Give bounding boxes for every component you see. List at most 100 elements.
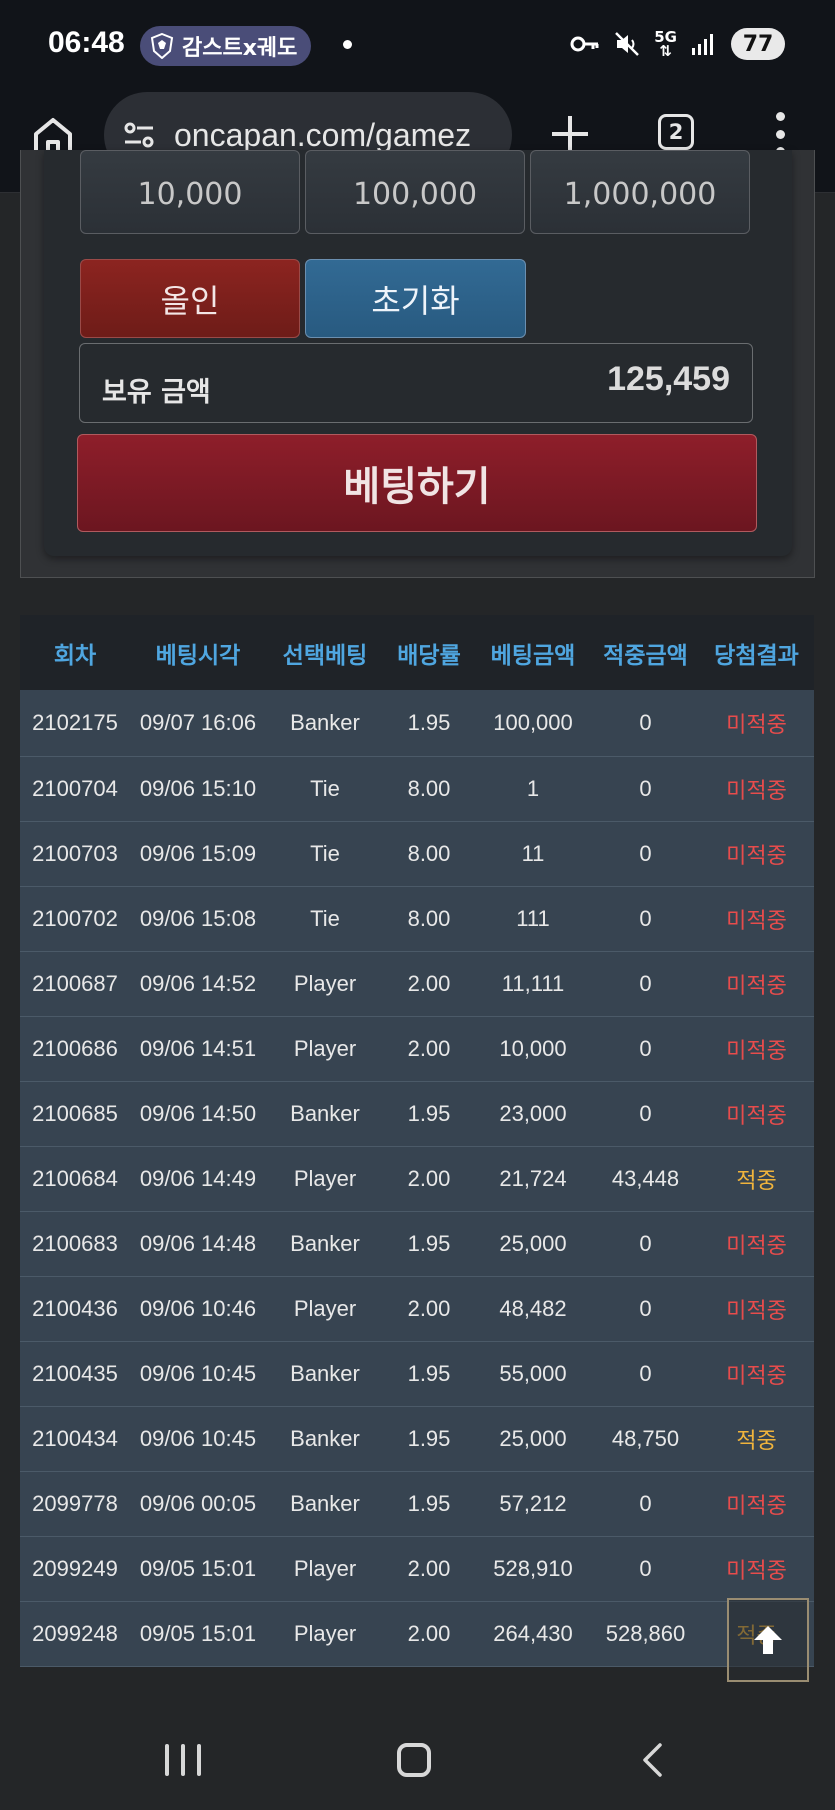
result-cell: 미적중	[699, 756, 814, 822]
notification-pill-text: 감스트x궤도	[182, 36, 298, 61]
odds-cell: 1.95	[384, 1211, 474, 1277]
selection-cell: Banker	[266, 1406, 384, 1472]
bet-time-cell: 09/06 14:49	[130, 1146, 266, 1212]
signal-icon	[692, 34, 713, 55]
chip-button-1000000[interactable]: 1,000,000	[530, 150, 750, 234]
selection-cell: Tie	[266, 886, 384, 952]
table-row: 2100685 09/06 14:50 Banker 1.95 23,000 0 미적중	[20, 1081, 814, 1147]
bet-amount-cell: 21,724	[474, 1146, 592, 1212]
win-amount-cell: 0	[592, 1536, 699, 1602]
bet-amount-cell: 11,111	[474, 951, 592, 1017]
selection-cell: Banker	[266, 1471, 384, 1537]
bet-history-table: 회차 베팅시각 선택베팅 배당률 베팅금액 적중금액 당첨결과 2102175 0…	[20, 615, 814, 1667]
chip-button-100000[interactable]: 100,000	[305, 150, 525, 234]
tab-count: 2	[668, 120, 684, 144]
win-amount-cell: 0	[592, 1211, 699, 1277]
bet-amount-cell: 100,000	[474, 690, 592, 757]
table-row: 2100686 09/06 14:51 Player 2.00 10,000 0 미적중	[20, 1016, 814, 1082]
result-cell: 미적중	[699, 951, 814, 1017]
win-amount-cell: 0	[592, 1276, 699, 1342]
scroll-top-button[interactable]	[727, 1598, 809, 1682]
selection-cell: Player	[266, 951, 384, 1017]
result-cell: 미적중	[699, 1016, 814, 1082]
round-cell: 2099248	[20, 1601, 130, 1667]
allin-button[interactable]: 올인	[80, 259, 300, 338]
bet-time-cell: 09/06 15:08	[130, 886, 266, 952]
bet-amount-cell: 264,430	[474, 1601, 592, 1667]
table-row: 2099248 09/05 15:01 Player 2.00 264,430 528,8…	[20, 1601, 814, 1667]
balance-label: 보유 금액	[102, 377, 211, 408]
key-icon	[570, 36, 599, 52]
round-cell: 2102175	[20, 690, 130, 757]
notification-pill[interactable]: 감스트x궤도	[140, 26, 312, 66]
table-row: 2102175 09/07 16:06 Banker 1.95 100,000 0 미적중	[20, 690, 814, 757]
selection-cell: Banker	[266, 690, 384, 757]
round-cell: 2100686	[20, 1016, 130, 1082]
recent-apps-icon[interactable]	[165, 1744, 201, 1776]
table-row: 2100683 09/06 14:48 Banker 1.95 25,000 0 미적중	[20, 1211, 814, 1277]
odds-cell: 2.00	[384, 951, 474, 1017]
selection-cell: Banker	[266, 1081, 384, 1147]
home-nav-icon[interactable]	[397, 1743, 431, 1777]
table-row: 2099249 09/05 15:01 Player 2.00 528,910 0 미적중	[20, 1536, 814, 1602]
round-cell: 2100435	[20, 1341, 130, 1407]
header-odds: 배당률	[384, 615, 474, 690]
selection-cell: Player	[266, 1146, 384, 1212]
selection-cell: Banker	[266, 1211, 384, 1277]
win-amount-cell: 528,860	[592, 1601, 699, 1667]
odds-cell: 1.95	[384, 1341, 474, 1407]
bet-time-cell: 09/06 00:05	[130, 1471, 266, 1537]
status-bar: 06:48 감스트x궤도 5G ⇅ 77	[0, 0, 835, 92]
bet-time-cell: 09/05 15:01	[130, 1601, 266, 1667]
win-amount-cell: 0	[592, 1341, 699, 1407]
selection-cell: Player	[266, 1536, 384, 1602]
bet-time-cell: 09/06 10:46	[130, 1276, 266, 1342]
round-cell: 2100683	[20, 1211, 130, 1277]
bet-amount-cell: 10,000	[474, 1016, 592, 1082]
result-cell: 미적중	[699, 1536, 814, 1602]
header-selection: 선택베팅	[266, 615, 384, 690]
odds-cell: 8.00	[384, 886, 474, 952]
round-cell: 2100436	[20, 1276, 130, 1342]
selection-cell: Player	[266, 1601, 384, 1667]
win-amount-cell: 0	[592, 690, 699, 757]
mute-icon	[615, 32, 640, 56]
bet-amount-cell: 48,482	[474, 1276, 592, 1342]
back-icon[interactable]	[640, 1742, 664, 1778]
round-cell: 2099249	[20, 1536, 130, 1602]
balance-display: 보유 금액 125,459	[79, 343, 753, 423]
header-bet-amount: 베팅금액	[474, 615, 592, 690]
win-amount-cell: 43,448	[592, 1146, 699, 1212]
win-amount-cell: 0	[592, 886, 699, 952]
result-cell: 미적중	[699, 1276, 814, 1342]
table-row: 2099778 09/06 00:05 Banker 1.95 57,212 0 미적중	[20, 1471, 814, 1537]
round-cell: 2100687	[20, 951, 130, 1017]
chip-button-10000[interactable]: 10,000	[80, 150, 300, 234]
table-row: 2100434 09/06 10:45 Banker 1.95 25,000 48,750…	[20, 1406, 814, 1472]
shield-icon	[150, 33, 174, 59]
bet-time-cell: 09/06 10:45	[130, 1406, 266, 1472]
arrow-up-icon	[754, 1626, 782, 1654]
odds-cell: 2.00	[384, 1601, 474, 1667]
bet-amount-cell: 528,910	[474, 1536, 592, 1602]
tabs-icon[interactable]: 2	[658, 114, 694, 150]
balance-value: 125,459	[607, 360, 730, 398]
reset-button[interactable]: 초기화	[305, 259, 526, 338]
round-cell: 2100434	[20, 1406, 130, 1472]
odds-cell: 1.95	[384, 1406, 474, 1472]
odds-cell: 2.00	[384, 1536, 474, 1602]
header-win-amount: 적중금액	[592, 615, 699, 690]
win-amount-cell: 0	[592, 756, 699, 822]
place-bet-button[interactable]: 베팅하기	[77, 434, 757, 532]
status-time: 06:48	[48, 26, 125, 59]
win-amount-cell: 48,750	[592, 1406, 699, 1472]
bet-amount-cell: 57,212	[474, 1471, 592, 1537]
bet-time-cell: 09/06 14:50	[130, 1081, 266, 1147]
odds-cell: 8.00	[384, 756, 474, 822]
bet-time-cell: 09/06 14:51	[130, 1016, 266, 1082]
bet-time-cell: 09/06 14:52	[130, 951, 266, 1017]
bet-time-cell: 09/06 15:09	[130, 821, 266, 887]
odds-cell: 1.95	[384, 1081, 474, 1147]
bet-amount-cell: 23,000	[474, 1081, 592, 1147]
site-settings-icon[interactable]	[122, 120, 156, 150]
